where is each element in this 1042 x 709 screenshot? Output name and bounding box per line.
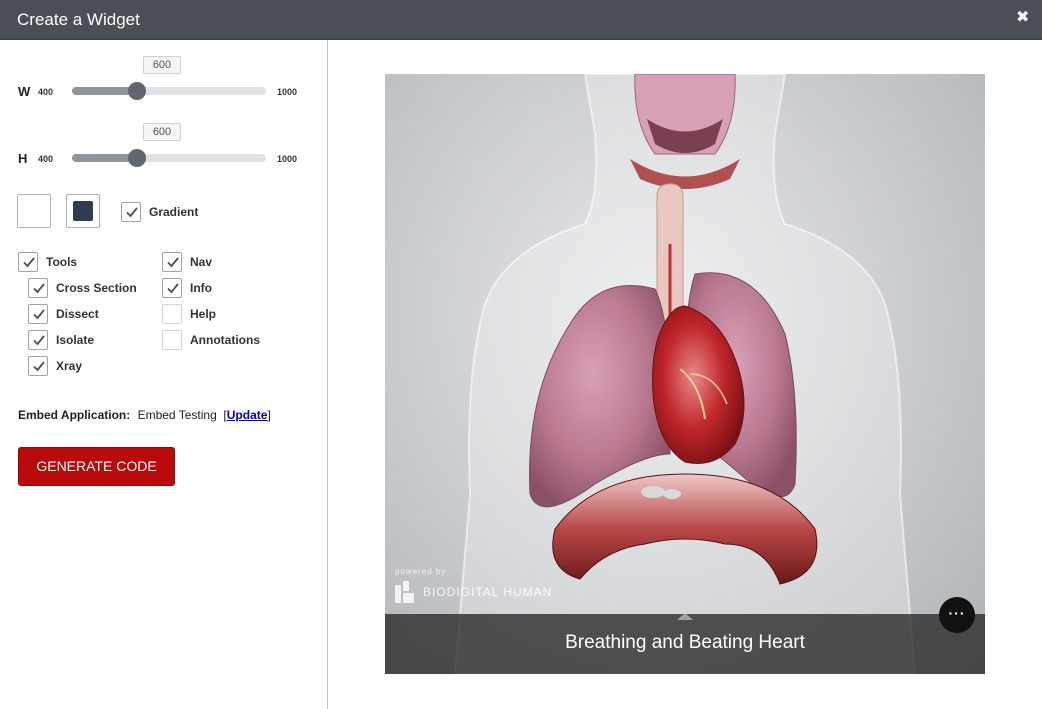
- option-tools-box[interactable]: [18, 252, 38, 272]
- width-slider-fill: [72, 87, 137, 95]
- option-annotations-label: Annotations: [190, 333, 260, 347]
- gradient-label: Gradient: [149, 205, 199, 219]
- option-nav-label: Nav: [190, 255, 213, 269]
- option-isolate-label: Isolate: [56, 333, 95, 347]
- model-caption: Breathing and Beating Heart: [565, 632, 805, 653]
- height-slider-thumb[interactable]: [127, 149, 146, 167]
- width-slider-row: 600 W 400 1000: [0, 54, 328, 104]
- background-color1-fill: [24, 201, 44, 221]
- option-dissect-label: Dissect: [56, 307, 99, 321]
- background-color2-fill: [73, 201, 93, 221]
- biodigital-logo-icon: [395, 581, 414, 603]
- option-dissect-box[interactable]: [28, 304, 48, 324]
- check-icon: [126, 207, 138, 218]
- window-title: Create a Widget: [17, 10, 140, 29]
- option-isolate-box[interactable]: [28, 330, 48, 350]
- preview-panel: powered by BIODIGITAL HUMAN Breathing an…: [328, 40, 1042, 709]
- height-min-label: 400: [38, 154, 54, 164]
- background-color1-swatch[interactable]: [17, 194, 51, 228]
- height-slider-row: 600 H 400 1000: [0, 121, 328, 171]
- width-min-label: 400: [38, 87, 54, 97]
- option-info-label: Info: [190, 281, 212, 295]
- height-value-box[interactable]: 600: [143, 123, 181, 141]
- width-axis-label: W: [18, 84, 31, 99]
- option-help-label: Help: [190, 307, 217, 321]
- embed-application-label: Embed Application:: [18, 408, 131, 422]
- check-icon: [167, 283, 179, 294]
- close-icon[interactable]: ✖: [1016, 10, 1030, 26]
- more-dots: ···: [948, 605, 966, 621]
- option-xray-label: Xray: [56, 359, 83, 373]
- settings-panel: 600 W 400 1000 600 H 400 1000 Gradient T…: [0, 40, 328, 709]
- anatomy-viewer[interactable]: powered by BIODIGITAL HUMAN Breathing an…: [385, 74, 985, 674]
- height-slider-fill: [72, 154, 137, 162]
- width-value-box[interactable]: 600: [143, 56, 181, 74]
- option-cross-section-box[interactable]: [28, 278, 48, 298]
- window-titlebar: Create a Widget ✖: [0, 0, 1042, 40]
- brand-name: BIODIGITAL HUMAN: [423, 585, 553, 599]
- generate-code-button[interactable]: GENERATE CODE: [18, 447, 175, 486]
- update-link[interactable]: Update: [227, 408, 268, 422]
- chevron-up-icon[interactable]: [677, 613, 693, 620]
- width-max-label: 1000: [277, 87, 298, 97]
- caption-bar[interactable]: Breathing and Beating Heart: [385, 613, 985, 674]
- option-annotations-box[interactable]: [162, 330, 182, 350]
- option-nav-box[interactable]: [162, 252, 182, 272]
- embed-application-value: Embed Testing: [137, 408, 217, 422]
- gradient-checkbox-box[interactable]: [121, 202, 141, 222]
- check-icon: [33, 335, 45, 346]
- height-max-label: 1000: [277, 154, 298, 164]
- option-info-box[interactable]: [162, 278, 182, 298]
- more-icon[interactable]: ···: [939, 597, 975, 633]
- check-icon: [167, 257, 179, 268]
- option-help-box[interactable]: [162, 304, 182, 324]
- background-color2-swatch[interactable]: [66, 194, 100, 228]
- check-icon: [33, 309, 45, 320]
- check-icon: [33, 361, 45, 372]
- powered-by-label: powered by: [395, 567, 447, 576]
- embed-application-row: Embed Application: Embed Testing [Update…: [18, 408, 271, 422]
- option-xray-box[interactable]: [28, 356, 48, 376]
- height-axis-label: H: [18, 151, 28, 166]
- option-cross-section-label: Cross Section: [56, 281, 137, 295]
- height-slider-track[interactable]: [72, 149, 266, 167]
- option-tools-label: Tools: [46, 255, 78, 269]
- check-icon: [23, 257, 35, 268]
- width-slider-thumb[interactable]: [127, 82, 146, 100]
- width-slider-track[interactable]: [72, 82, 266, 100]
- anatomy-model-image[interactable]: [385, 74, 985, 674]
- check-icon: [33, 283, 45, 294]
